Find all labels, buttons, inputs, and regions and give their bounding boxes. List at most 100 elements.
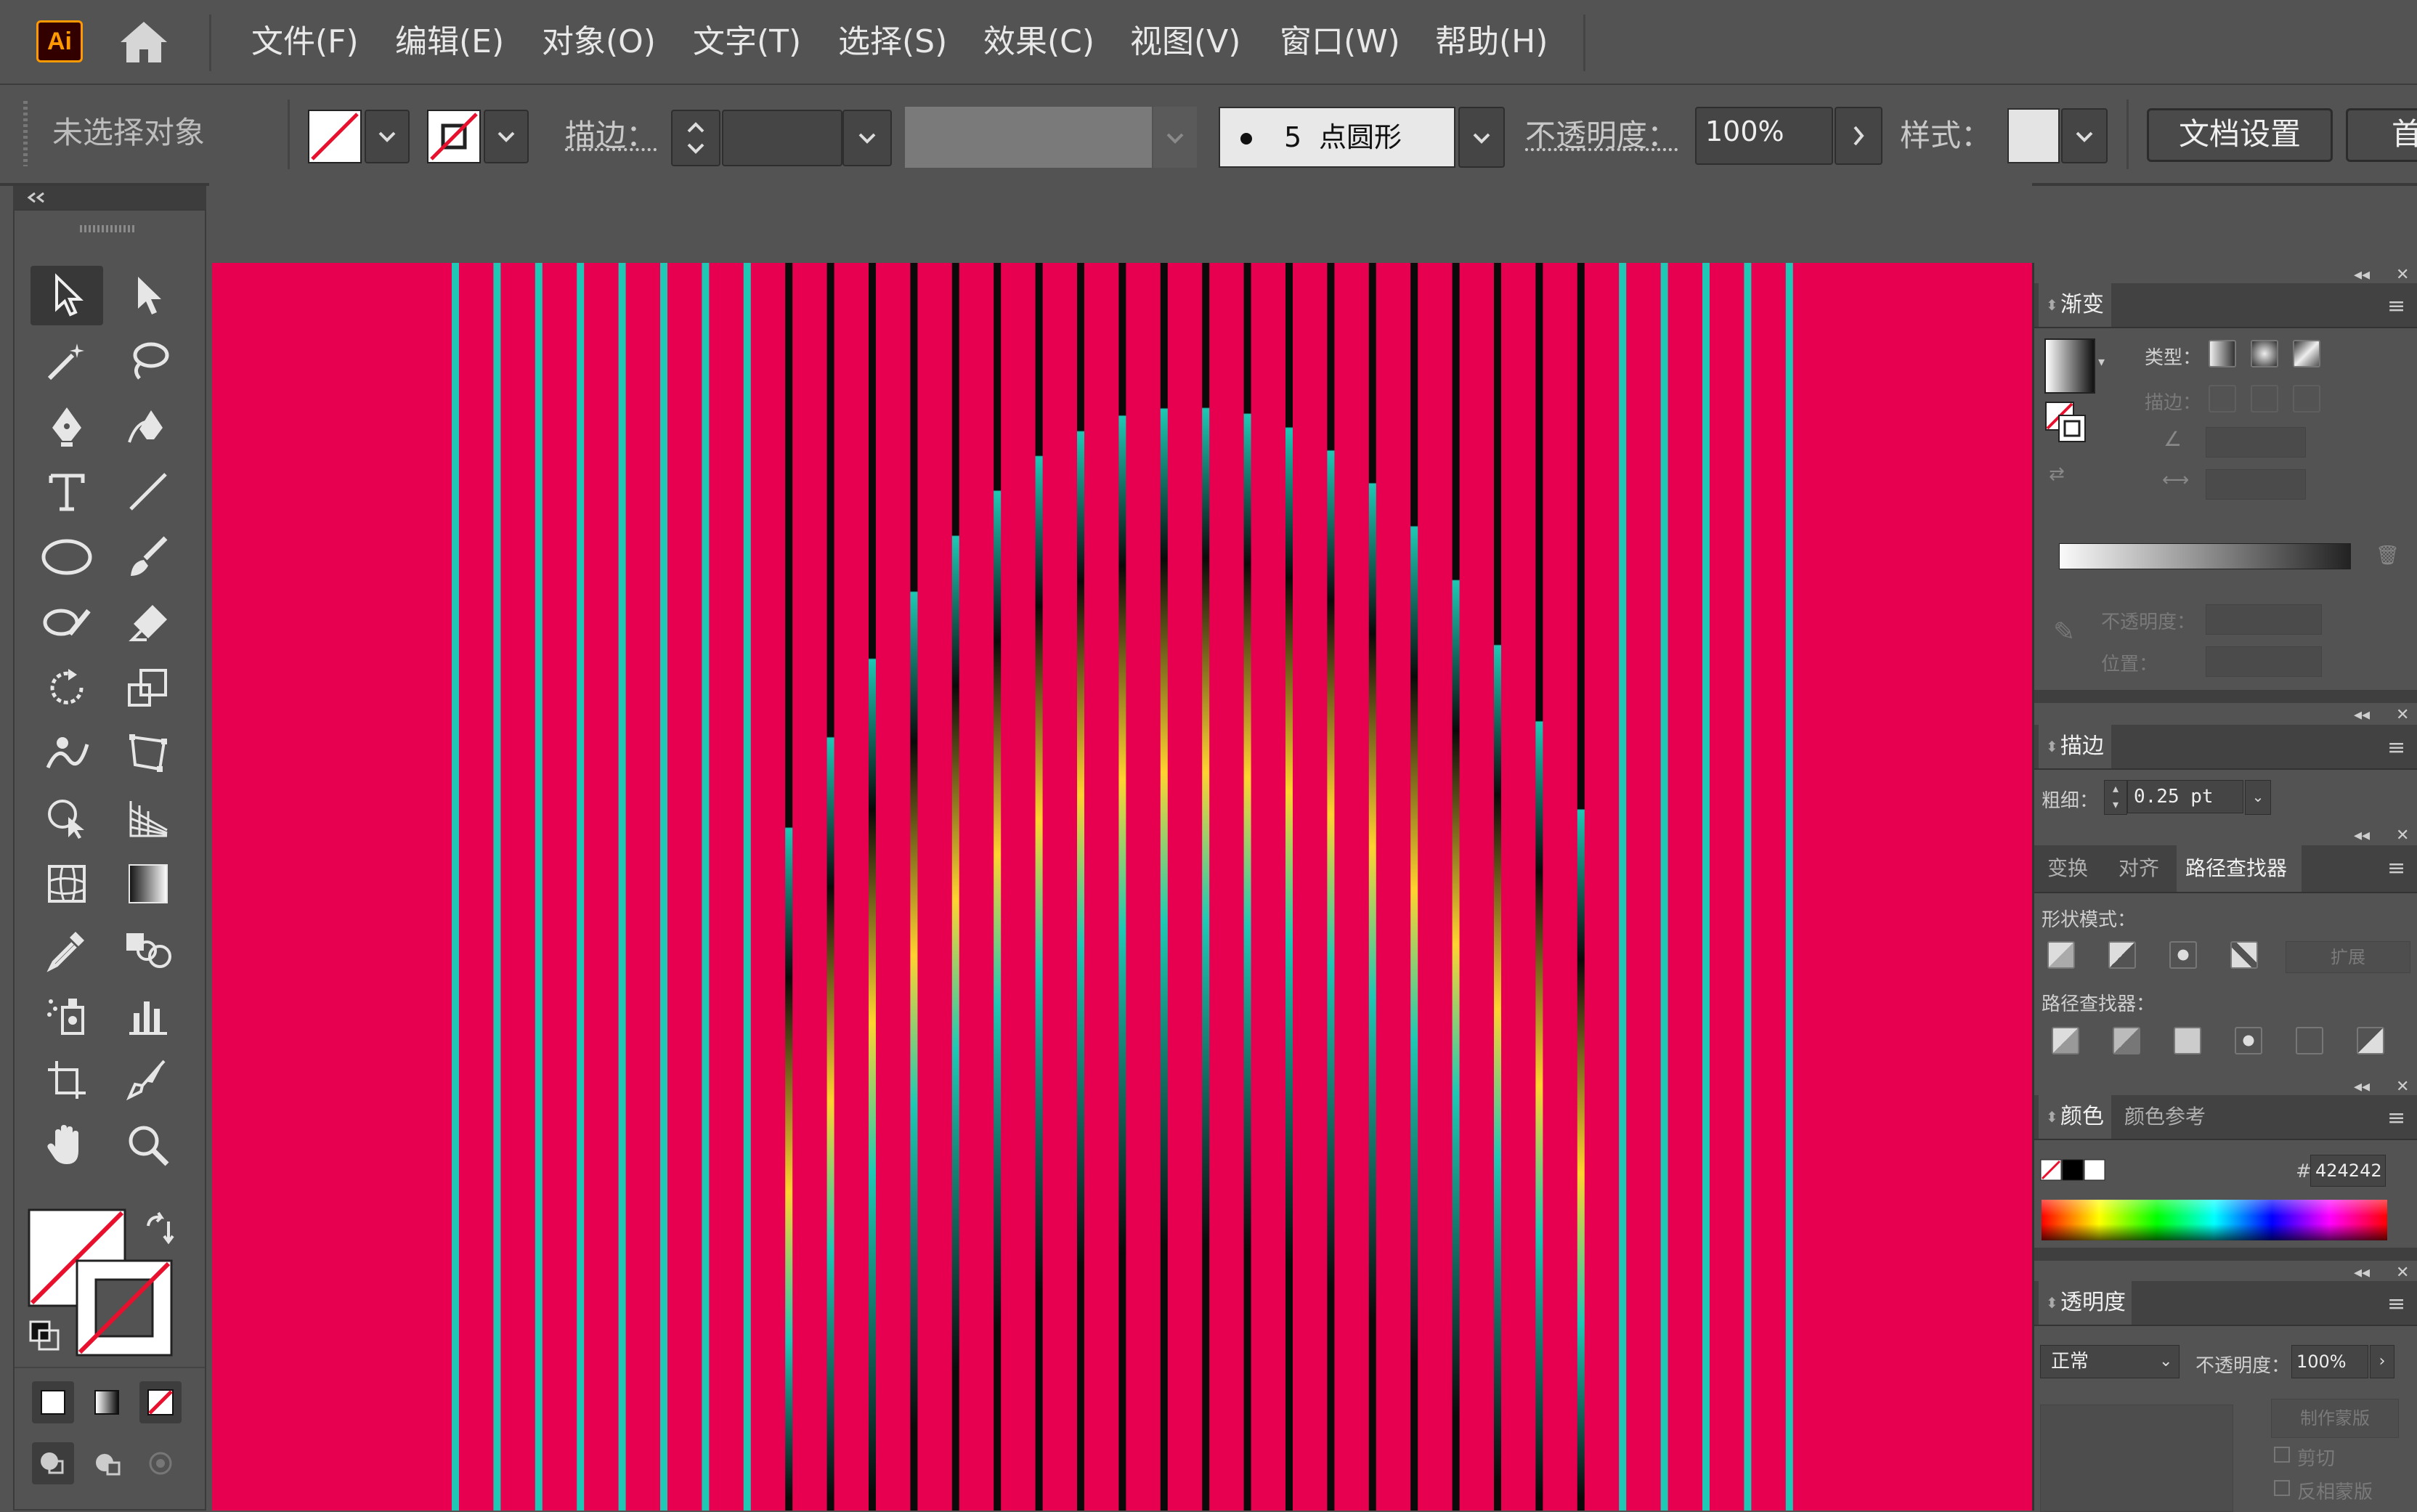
- chevron-right-icon[interactable]: ›: [2370, 1345, 2394, 1378]
- stripe[interactable]: [1785, 263, 1793, 1511]
- blend-tool[interactable]: [112, 919, 184, 979]
- collapse-icon[interactable]: ◂◂: [2354, 826, 2370, 845]
- stripe[interactable]: [1410, 263, 1418, 1511]
- menu-object[interactable]: 对象(O): [542, 20, 656, 64]
- type-tool[interactable]: [31, 462, 103, 521]
- trim-icon[interactable]: [2113, 1027, 2140, 1054]
- eyedropper-tool[interactable]: [31, 919, 103, 979]
- fill-none-swatch[interactable]: [308, 110, 362, 163]
- stripe[interactable]: [1160, 263, 1168, 1511]
- stripe[interactable]: [1494, 263, 1501, 1511]
- paintbrush-tool[interactable]: [112, 527, 184, 587]
- menu-window[interactable]: 窗口(W): [1280, 20, 1400, 64]
- stripe[interactable]: [577, 263, 585, 1511]
- panel-menu-icon[interactable]: ≡: [2387, 1105, 2405, 1131]
- freeform-gradient-icon[interactable]: [2293, 340, 2320, 367]
- draw-normal-button[interactable]: [32, 1442, 74, 1484]
- close-icon[interactable]: ✕: [2396, 826, 2409, 845]
- stripe[interactable]: [1535, 263, 1543, 1511]
- selection-tool[interactable]: [31, 266, 103, 325]
- merge-icon[interactable]: [2174, 1027, 2201, 1054]
- menu-effect[interactable]: 效果(C): [983, 20, 1094, 64]
- gradient-preview-swatch[interactable]: [2044, 338, 2095, 394]
- stripe[interactable]: [1035, 263, 1043, 1511]
- stripe[interactable]: [785, 263, 793, 1511]
- minus-front-icon[interactable]: [2108, 941, 2136, 969]
- menu-view[interactable]: 视图(V): [1130, 20, 1240, 64]
- brush-dropdown[interactable]: [1458, 107, 1505, 168]
- stripe[interactable]: [660, 263, 667, 1511]
- free-transform-tool[interactable]: [112, 723, 184, 783]
- stroke-weight-dropdown[interactable]: [842, 110, 892, 166]
- stroke-weight-stepper[interactable]: ▴ ▾: [2104, 780, 2127, 815]
- stripe[interactable]: [1368, 263, 1376, 1511]
- stripe[interactable]: [743, 263, 751, 1511]
- shaper-tool[interactable]: [31, 593, 103, 652]
- direct-selection-tool[interactable]: [112, 266, 184, 325]
- opacity-label[interactable]: 不透明度：: [1525, 114, 1678, 158]
- collapse-icon[interactable]: [25, 190, 49, 205]
- stroke-weight-input[interactable]: [722, 110, 842, 166]
- style-dropdown[interactable]: [2061, 108, 2108, 163]
- collapse-icon[interactable]: ◂◂: [2354, 1264, 2370, 1282]
- home-icon[interactable]: [118, 17, 170, 65]
- menu-type[interactable]: 文字(T): [693, 20, 801, 64]
- opacity-input[interactable]: 100%: [1695, 107, 1833, 165]
- stroke-weight-input[interactable]: 0.25 pt: [2127, 780, 2243, 813]
- rotate-tool[interactable]: [31, 658, 103, 718]
- lasso-tool[interactable]: [112, 331, 184, 391]
- ellipse-tool[interactable]: [31, 527, 103, 587]
- color-mode-button[interactable]: [32, 1381, 74, 1423]
- menu-help[interactable]: 帮助(H): [1435, 20, 1548, 64]
- graphic-style-swatch[interactable]: [2007, 108, 2060, 163]
- pen-tool[interactable]: [31, 397, 103, 456]
- menu-file[interactable]: 文件(F): [251, 20, 359, 64]
- gradient-slider[interactable]: [2059, 543, 2351, 569]
- stripe[interactable]: [869, 263, 876, 1511]
- symbol-sprayer-tool[interactable]: [31, 985, 103, 1044]
- stroke-weight-stepper[interactable]: [671, 110, 720, 166]
- stripe[interactable]: [1744, 263, 1752, 1511]
- perspective-grid-tool[interactable]: [112, 789, 184, 848]
- minus-back-icon[interactable]: [2357, 1027, 2384, 1054]
- unite-icon[interactable]: [2047, 941, 2075, 969]
- draw-inside-button[interactable]: [139, 1442, 182, 1484]
- stripe[interactable]: [826, 263, 834, 1511]
- opacity-arrow[interactable]: [1835, 107, 1882, 165]
- tab-pathfinder[interactable]: 路径查找器: [2177, 845, 2302, 892]
- mesh-tool[interactable]: [31, 854, 103, 914]
- brush-definition[interactable]: 5 点圆形: [1219, 107, 1455, 168]
- line-segment-tool[interactable]: [112, 462, 184, 521]
- stripe[interactable]: [1202, 263, 1210, 1511]
- tab-transform[interactable]: 变换: [2047, 847, 2088, 890]
- stripe[interactable]: [618, 263, 626, 1511]
- default-colors-icon[interactable]: [28, 1319, 61, 1352]
- quick-color-swatches[interactable]: [2040, 1159, 2107, 1182]
- preferences-button[interactable]: 首: [2346, 108, 2417, 162]
- intersect-icon[interactable]: [2169, 941, 2197, 969]
- hex-input[interactable]: 424242: [2310, 1155, 2386, 1187]
- tab-transparency[interactable]: ⬍ 透明度: [2039, 1281, 2132, 1325]
- stroke-tab[interactable]: ⬍ 描边: [2039, 725, 2111, 768]
- artboard[interactable]: [212, 263, 2032, 1511]
- gradient-tab[interactable]: ⬍ 渐变: [2039, 283, 2111, 327]
- grip-handle[interactable]: [80, 225, 135, 232]
- magic-wand-tool[interactable]: [31, 331, 103, 391]
- stroke-swatch-large[interactable]: [76, 1259, 173, 1357]
- stripe[interactable]: [702, 263, 710, 1511]
- artwork-stripes[interactable]: [212, 263, 2032, 1511]
- document-setup-button[interactable]: 文档设置: [2147, 108, 2333, 162]
- zoom-tool[interactable]: [112, 1115, 184, 1175]
- stripe[interactable]: [493, 263, 501, 1511]
- shape-builder-tool[interactable]: [31, 789, 103, 848]
- reverse-gradient-icon[interactable]: ⇄: [2049, 463, 2065, 485]
- gradient-fill-stroke-icon[interactable]: [2044, 401, 2088, 444]
- panel-menu-icon[interactable]: ≡: [2387, 855, 2405, 881]
- close-icon[interactable]: ✕: [2396, 706, 2409, 724]
- eraser-tool[interactable]: [112, 593, 184, 652]
- variable-width-profile[interactable]: [905, 107, 1152, 168]
- collapse-icon[interactable]: ◂◂: [2354, 266, 2370, 284]
- stripe[interactable]: [1077, 263, 1084, 1511]
- menu-edit[interactable]: 编辑(E): [395, 20, 504, 64]
- stripe[interactable]: [535, 263, 543, 1511]
